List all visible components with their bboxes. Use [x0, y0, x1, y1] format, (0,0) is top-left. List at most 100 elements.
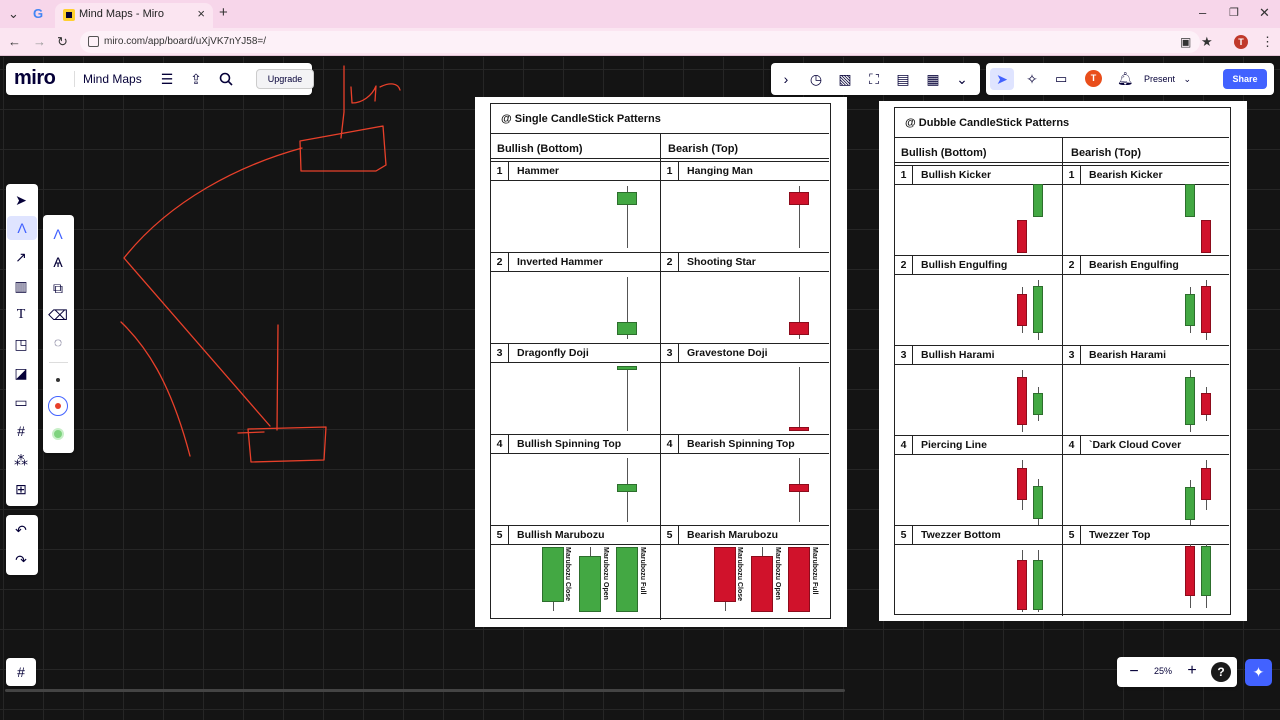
tweezer-bottom-red-candle	[1017, 560, 1027, 610]
row-label-line	[895, 454, 1229, 455]
eraser-icon[interactable]: ⌫	[43, 307, 73, 324]
pen-toolbar: Λ Ѧ ⧉ ⌫ ◌	[43, 215, 74, 453]
lasso-icon[interactable]: ◌	[43, 334, 73, 350]
row-label-line	[895, 184, 1229, 185]
marubozu-open-candle	[751, 556, 773, 612]
redo-icon[interactable]: ↷	[6, 548, 36, 572]
miro-logo[interactable]: miro	[14, 67, 56, 90]
main-menu-icon[interactable]: ☰	[158, 71, 176, 87]
row-number: 2	[895, 256, 913, 274]
double-candlestick-sheet[interactable]: @ Dubble CandleStick Patterns Bullish (B…	[879, 101, 1247, 621]
pattern-name: Bullish Harami	[921, 349, 995, 361]
creation-toolbar: ➤ Λ ↗ ▥ T ◳ ◪ ▭ # ⁂ ⊞	[6, 184, 38, 506]
more-chevron-icon[interactable]: ⌄	[953, 71, 971, 87]
upgrade-button[interactable]: Upgrade	[256, 69, 314, 89]
undo-redo-panel: ↶ ↷	[6, 515, 38, 575]
row-number: 1	[661, 162, 679, 180]
voting-icon[interactable]: ▤	[894, 71, 912, 87]
present-chevron-icon: ⌄	[1183, 74, 1192, 84]
double-row-2: 2 Bullish Engulfing 2 Bearish Engulfing	[895, 255, 1229, 346]
board-name[interactable]: Mind Maps	[83, 72, 142, 86]
candle-wick	[627, 367, 628, 431]
undo-icon[interactable]: ↶	[6, 518, 36, 542]
export-icon[interactable]: ⇪	[187, 71, 205, 87]
row-label-line	[895, 544, 1229, 545]
candle-wick	[725, 601, 726, 611]
pattern-name: Hanging Man	[687, 165, 753, 177]
expand-icon[interactable]: ›	[777, 71, 795, 87]
bearish-header: Bearish (Top)	[668, 143, 739, 155]
notifications-icon[interactable]: 🔔︎	[1117, 71, 1134, 87]
board-tools-panel: › ◷ ▧ ⛶ ▤ ▦ ⌄	[771, 63, 980, 95]
comment-icon[interactable]: ▭	[6, 390, 36, 414]
present-button[interactable]: Present ⌄	[1136, 69, 1204, 89]
bearish-engulfing-green-candle	[1185, 294, 1195, 326]
marubozu-label: Marubozu Close	[736, 547, 743, 602]
horizontal-scrollbar[interactable]	[5, 689, 845, 692]
mindmap-icon[interactable]: ⁂	[6, 448, 36, 472]
share-button[interactable]: Share	[1223, 69, 1267, 89]
row-label-line	[491, 362, 829, 363]
bullish-kicker-green-candle	[1033, 184, 1043, 217]
double-row-3: 3 Bullish Harami 3 Bearish Harami	[895, 345, 1229, 436]
single-row-3: 3 Dragonfly Doji 3 Gravestone Doji	[491, 343, 829, 435]
zoom-panel: − 25% + ?	[1117, 657, 1237, 687]
color-green-option[interactable]	[52, 428, 64, 440]
help-icon[interactable]: ?	[1211, 662, 1231, 682]
add-icon[interactable]: ⊞	[6, 477, 36, 501]
pattern-name: Hammer	[517, 165, 560, 177]
single-candlestick-sheet[interactable]: @ Single CandleStick Patterns Bullish (B…	[475, 97, 847, 627]
pattern-name: Bearish Engulfing	[1089, 259, 1179, 271]
marubozu-full-candle	[788, 547, 810, 612]
row-label-line	[491, 544, 829, 545]
zoom-out-icon[interactable]: −	[1125, 664, 1143, 680]
text-icon[interactable]: T	[6, 303, 36, 327]
collab-panel: ➤ ✧ ▭ T 🔔︎ Present ⌄ Share	[986, 63, 1274, 95]
templates-icon[interactable]: ▥	[6, 274, 36, 298]
notes-icon[interactable]: ▦	[924, 71, 942, 87]
highlighter-icon[interactable]: Ѧ	[43, 254, 73, 270]
row-label-line	[895, 274, 1229, 275]
pen-icon[interactable]: Λ	[7, 216, 37, 240]
row-number: 5	[1063, 526, 1081, 544]
row-number: 1	[1063, 166, 1081, 184]
pattern-name: Bearish Marubozu	[687, 529, 779, 541]
shapes-icon[interactable]: ◪	[6, 361, 36, 385]
pattern-name: Twezzer Top	[1089, 529, 1151, 541]
chat-icon[interactable]: ▭	[1055, 71, 1067, 87]
double-row-1: 1 Bullish Kicker 1 Bearish Kicker	[895, 165, 1229, 256]
marubozu-close-candle	[714, 547, 736, 602]
select-icon[interactable]: ➤	[6, 188, 36, 212]
pattern-name: Bullish Kicker	[921, 169, 992, 181]
timer-icon[interactable]: ◷	[807, 71, 825, 87]
dark-cloud-red-candle	[1201, 468, 1211, 500]
candle-wick	[799, 367, 800, 431]
hanging-man-candle	[789, 192, 809, 205]
stroke-thin-option[interactable]	[56, 378, 60, 382]
tweezer-top-red-candle	[1185, 546, 1195, 596]
focus-icon[interactable]: ⛶	[865, 71, 883, 87]
single-row-5: 5 Bullish Marubozu 5 Bearish Marubozu Ma…	[491, 525, 829, 620]
zoom-in-icon[interactable]: +	[1183, 663, 1201, 679]
zoom-level[interactable]: 25%	[1154, 666, 1172, 676]
search-icon[interactable]	[219, 72, 233, 86]
celebrate-icon[interactable]: ✧	[1023, 71, 1041, 87]
connector-icon[interactable]: ↗	[6, 245, 36, 269]
sheet-frame: @ Single CandleStick Patterns Bullish (B…	[490, 103, 831, 620]
sheet-title: @ Dubble CandleStick Patterns	[895, 108, 1229, 138]
frames-list-icon[interactable]: #	[6, 660, 36, 684]
board-header-panel: miro Mind Maps ☰ ⇪ Upgrade	[6, 63, 314, 95]
sticky-note-icon[interactable]: ◳	[6, 332, 36, 356]
header-line	[895, 162, 1229, 163]
bullish-header: Bullish (Bottom)	[901, 147, 987, 159]
frame-icon[interactable]: #	[6, 419, 36, 443]
user-avatar[interactable]: T	[1085, 70, 1102, 87]
shape-pen-icon[interactable]: ⧉	[43, 280, 73, 297]
pen-tool-icon[interactable]: Λ	[43, 226, 73, 242]
marubozu-label: Marubozu Open	[602, 547, 609, 600]
row-number: 2	[661, 253, 679, 271]
reactions-icon[interactable]: ▧	[836, 71, 854, 87]
row-number: 3	[661, 344, 679, 362]
ai-assist-icon[interactable]: ✦	[1245, 659, 1272, 686]
present-label: Present	[1144, 74, 1176, 84]
